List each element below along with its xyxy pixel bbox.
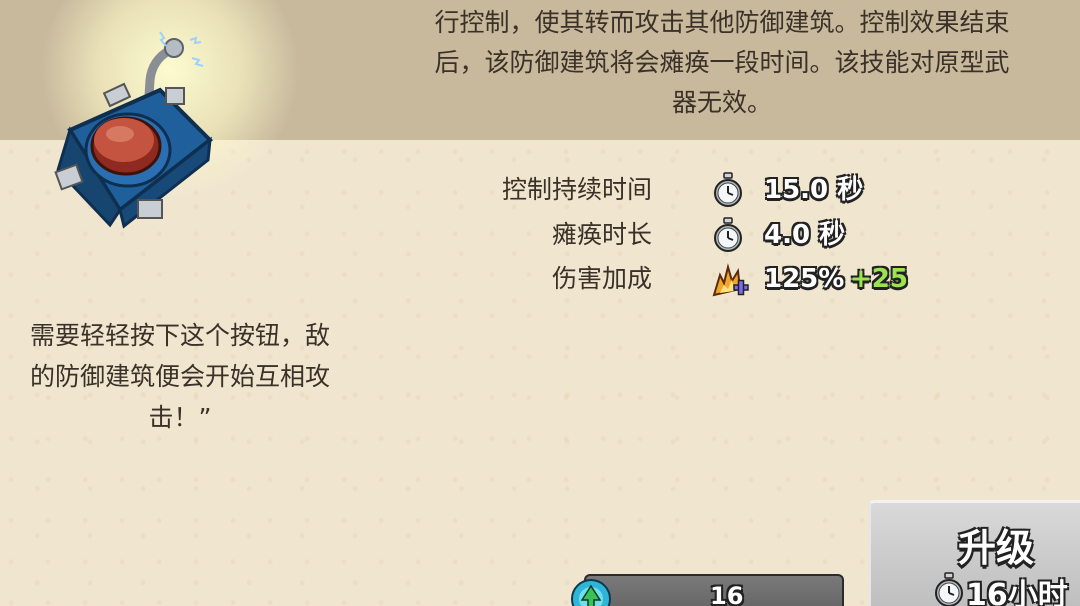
stat-damage-bonus: 伤害加成 125% +25 xyxy=(420,259,1040,299)
stat-bonus: +25 xyxy=(850,264,908,294)
stat-value: 125% xyxy=(764,264,845,294)
stat-label: 控制持续时间 xyxy=(501,175,652,204)
control-button-device-icon xyxy=(40,20,220,230)
gem-icon xyxy=(570,578,612,606)
stat-disable-duration: 瘫痪时长 4.0 秒 xyxy=(420,215,1040,255)
stopwatch-icon xyxy=(932,572,966,606)
stat-label: 瘫痪时长 xyxy=(551,220,652,249)
description-line: 器无效。 xyxy=(671,88,772,117)
stopwatch-icon xyxy=(710,172,746,208)
upgrade-time: 16小时 xyxy=(966,578,1068,606)
stat-control-duration: 控制持续时间 15.0 秒 xyxy=(420,170,1040,210)
ability-description: 行控制，使其转而攻击其他防御建筑。控制效果结束 后，该防御建筑将会瘫痪一段时间。… xyxy=(352,3,1080,123)
quote-line: 的防御建筑便会开始互相攻 xyxy=(29,362,330,391)
quote-line: 需要轻轻按下这个按钮，敌 xyxy=(29,321,330,350)
gem-count: 16 xyxy=(710,582,744,606)
quote-line: 击！” xyxy=(148,403,212,432)
upgrade-label: 升级 xyxy=(958,526,1035,570)
stat-label: 伤害加成 xyxy=(551,264,652,293)
description-line: 行控制，使其转而攻击其他防御建筑。控制效果结束 xyxy=(434,8,1010,37)
damage-boost-icon xyxy=(710,261,749,297)
stopwatch-icon xyxy=(710,217,746,253)
stat-value: 15.0 秒 xyxy=(764,175,864,205)
description-line: 后，该防御建筑将会瘫痪一段时间。该技能对原型武 xyxy=(434,48,1010,77)
stat-value: 4.0 秒 xyxy=(764,220,846,250)
flavor-quote: 需要轻轻按下这个按钮，敌 的防御建筑便会开始互相攻 击！” xyxy=(0,315,370,438)
